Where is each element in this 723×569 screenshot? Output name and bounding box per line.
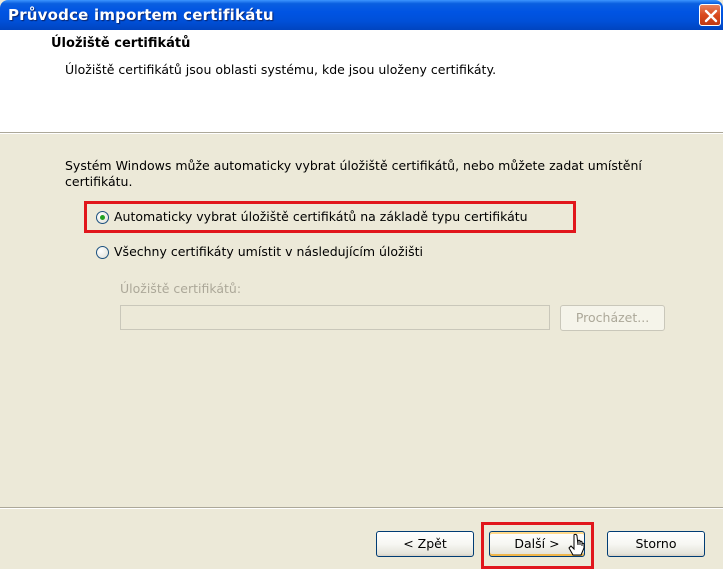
- certificate-import-wizard-window: Průvodce importem certifikátu Úložiště c…: [0, 0, 723, 569]
- browse-button[interactable]: Procházet...: [560, 305, 665, 331]
- window-title: Průvodce importem certifikátu: [8, 6, 274, 24]
- page-subtitle: Úložiště certifikátů jsou oblasti systém…: [65, 62, 497, 77]
- radio-unselected-icon[interactable]: [96, 246, 109, 259]
- header-divider: [0, 132, 723, 134]
- close-button[interactable]: [699, 4, 721, 26]
- radio-option-manual-label[interactable]: Všechny certifikáty umístit v následujíc…: [114, 244, 423, 259]
- highlight-box-automatic: [84, 201, 576, 233]
- close-icon: [704, 9, 718, 23]
- cancel-button[interactable]: Storno: [607, 531, 705, 557]
- store-label: Úložiště certifikátů:: [120, 281, 242, 296]
- title-bar[interactable]: Průvodce importem certifikátu: [0, 0, 723, 30]
- description-text: Systém Windows může automaticky vybrat ú…: [65, 158, 642, 189]
- mouse-cursor-icon: [568, 533, 585, 556]
- store-input[interactable]: [120, 305, 550, 330]
- back-button[interactable]: < Zpět: [376, 531, 474, 557]
- page-title: Úložiště certifikátů: [51, 36, 191, 51]
- footer-divider: [0, 507, 723, 509]
